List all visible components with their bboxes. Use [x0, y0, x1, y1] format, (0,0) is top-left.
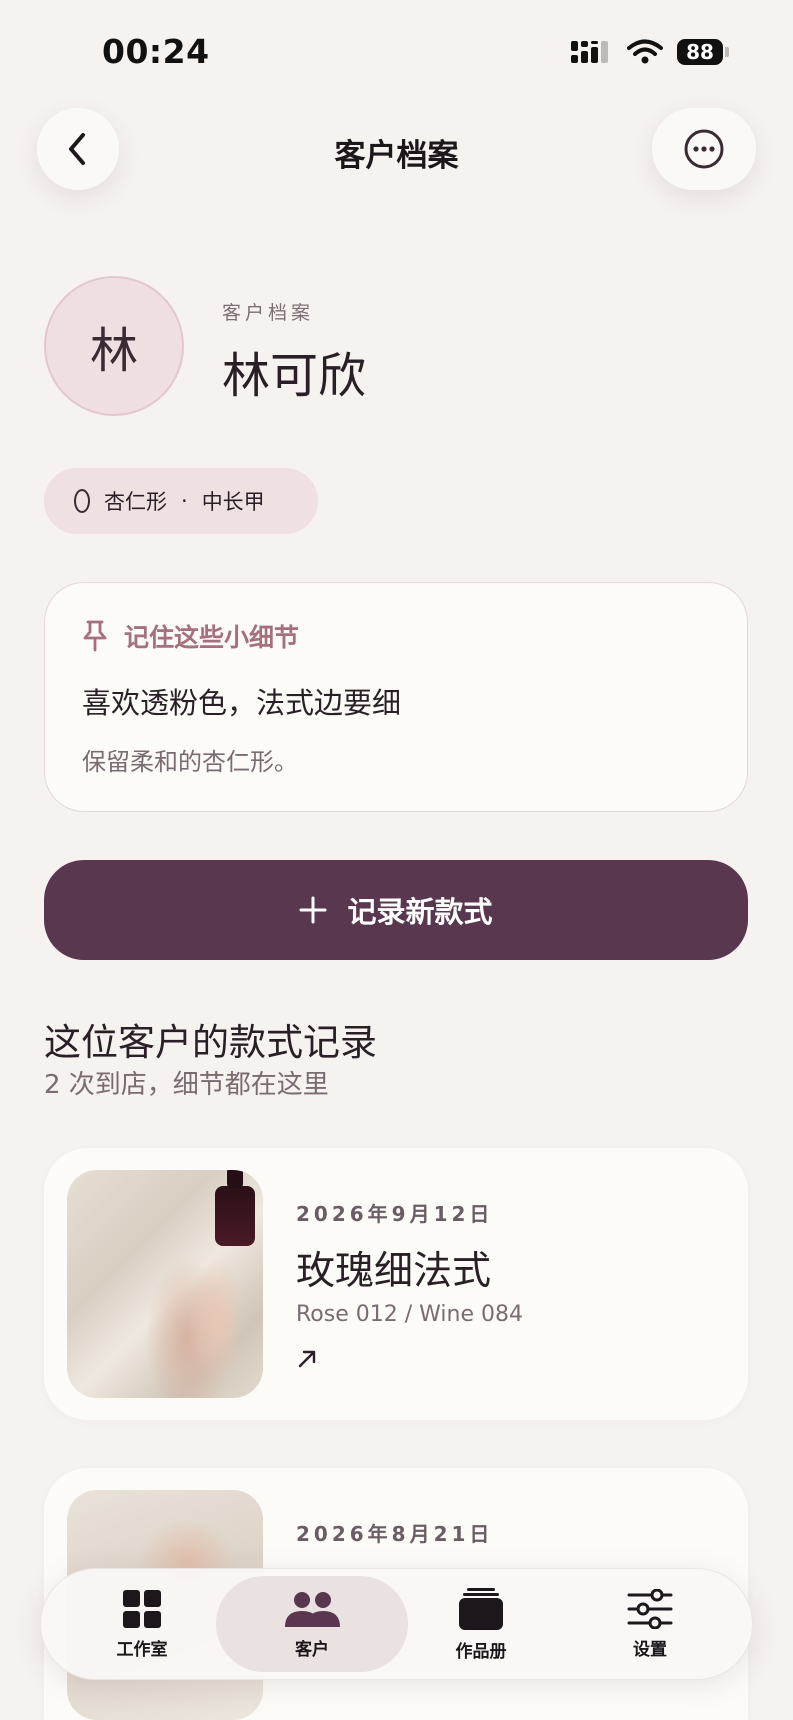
record-date: 2026年9月12日 — [296, 1202, 494, 1226]
records-section-title: 这位客户的款式记录 — [44, 1021, 377, 1064]
record-colors: Rose 012 / Wine 084 — [296, 1302, 523, 1327]
profile-kicker: 客户档案 — [222, 302, 315, 324]
record-title: 玫瑰细法式 — [296, 1249, 492, 1294]
polish-bottle-image — [215, 1170, 255, 1246]
battery-indicator: 88 — [677, 39, 729, 65]
nail-length-label: 中长甲 — [201, 490, 265, 514]
records-section-subtitle: 2 次到店，细节都在这里 — [44, 1070, 329, 1100]
status-icons: 88 — [571, 36, 729, 68]
signal-icon — [571, 41, 608, 63]
record-new-style-button[interactable]: 记录新款式 — [44, 860, 748, 960]
tab-albums[interactable]: 作品册 — [391, 1568, 571, 1680]
wifi-icon — [627, 39, 663, 64]
client-name: 林可欣 — [222, 348, 367, 404]
sliders-icon — [627, 1588, 673, 1629]
status-time: 00:24 — [102, 32, 210, 71]
record-new-style-label: 记录新款式 — [347, 895, 493, 929]
tab-settings[interactable]: 设置 — [560, 1568, 740, 1680]
record-date: 2026年8月21日 — [296, 1522, 494, 1546]
avatar: 林 — [44, 276, 184, 416]
nail-shape-label: 杏仁形 — [104, 490, 167, 514]
pin-icon — [83, 620, 107, 652]
more-options-button[interactable] — [652, 108, 756, 190]
note-main-text: 喜欢透粉色，法式边要细 — [82, 686, 402, 720]
tab-settings-label: 设置 — [633, 1639, 667, 1660]
people-icon — [285, 1591, 340, 1627]
chip-separator: · — [181, 489, 188, 513]
tab-clients[interactable]: 客户 — [222, 1568, 402, 1680]
plus-icon — [299, 896, 327, 924]
note-heading-label: 记住这些小细节 — [124, 623, 300, 652]
almond-shape-icon — [74, 489, 90, 513]
style-photo — [67, 1170, 263, 1398]
tab-studio-label: 工作室 — [116, 1639, 168, 1660]
tab-albums-label: 作品册 — [455, 1641, 507, 1662]
note-heading: 记住这些小细节 — [82, 618, 299, 654]
grid-icon — [123, 1589, 161, 1628]
stack-icon — [459, 1587, 503, 1630]
nail-shape-chip: 杏仁形 · 中长甲 — [44, 468, 318, 534]
arrow-up-right-icon[interactable] — [296, 1348, 318, 1374]
ellipsis-circle-icon — [684, 129, 724, 169]
tab-studio[interactable]: 工作室 — [52, 1568, 232, 1680]
tab-clients-label: 客户 — [295, 1639, 329, 1660]
note-sub-text: 保留柔和的杏仁形。 — [82, 748, 298, 776]
